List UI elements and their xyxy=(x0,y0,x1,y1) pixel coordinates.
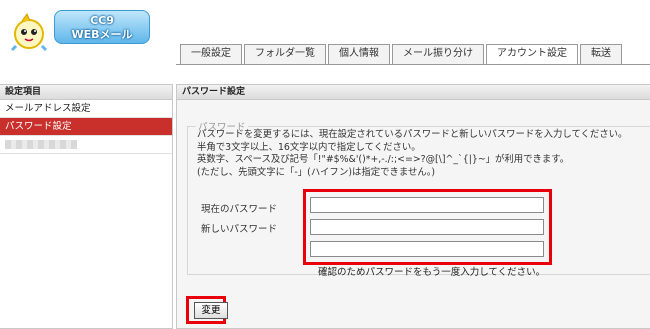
instruction-line-4: (ただし、先頭文字に「-」(ハイフン)は指定できません。) xyxy=(197,166,436,178)
logo-line-1: CC9 xyxy=(90,14,114,27)
redacted-text xyxy=(5,140,77,149)
logo-badge: CC9 WEBメール xyxy=(54,10,150,44)
confirm-password-note: 確認のためパスワードをもう一度入力してください。 xyxy=(318,267,546,278)
instruction-line-3: 英数字、スペース及び記号「!"#$%&'()*+,-./:;<=>?@[\]^_… xyxy=(197,154,570,165)
tab-general[interactable]: 一般設定 xyxy=(180,44,242,64)
input-highlight-box xyxy=(303,189,552,265)
sidebar-item-password[interactable]: パスワード設定 xyxy=(0,118,172,136)
settings-tabs: 一般設定 フォルダ一覧 個人情報 メール振り分け アカウント設定 転送 xyxy=(180,44,624,65)
tab-folders[interactable]: フォルダ一覧 xyxy=(244,44,326,64)
password-instructions: パスワードを変更するには、現在設定されているパスワードと新しいパスワードを入力し… xyxy=(197,129,627,179)
sidebar-item-redacted[interactable] xyxy=(0,136,172,154)
settings-sidebar: 設定項目 メールアドレス設定 パスワード設定 xyxy=(0,84,173,329)
tab-mail-filter[interactable]: メール振り分け xyxy=(392,44,484,64)
page: { "header": { "logo_line1": "CC9", "logo… xyxy=(0,0,650,329)
mascot-icon xyxy=(10,12,48,52)
tab-account-settings[interactable]: アカウント設定 xyxy=(486,44,578,65)
instruction-line-1: パスワードを変更するには、現在設定されているパスワードと新しいパスワードを入力し… xyxy=(197,129,628,140)
tab-forwarding[interactable]: 転送 xyxy=(580,44,622,64)
logo-line-2: WEBメール xyxy=(71,28,133,41)
panel-title: パスワード設定 xyxy=(177,85,650,100)
app-logo: CC9 WEBメール xyxy=(4,4,164,56)
instruction-line-2: 半角で3文字以上、16文字以内で指定してください。 xyxy=(197,141,421,153)
change-button[interactable]: 変更 xyxy=(194,302,228,319)
sidebar-title: 設定項目 xyxy=(0,85,172,100)
current-password-label: 現在のパスワード xyxy=(201,204,278,215)
sidebar-item-mail-address[interactable]: メールアドレス設定 xyxy=(0,100,172,118)
tab-divider xyxy=(176,64,650,65)
new-password-label: 新しいパスワード xyxy=(201,224,278,235)
tab-personal-info[interactable]: 個人情報 xyxy=(328,44,390,64)
password-settings-panel: パスワード設定 パスワード パスワードを変更するには、現在設定されているパスワー… xyxy=(176,84,650,329)
